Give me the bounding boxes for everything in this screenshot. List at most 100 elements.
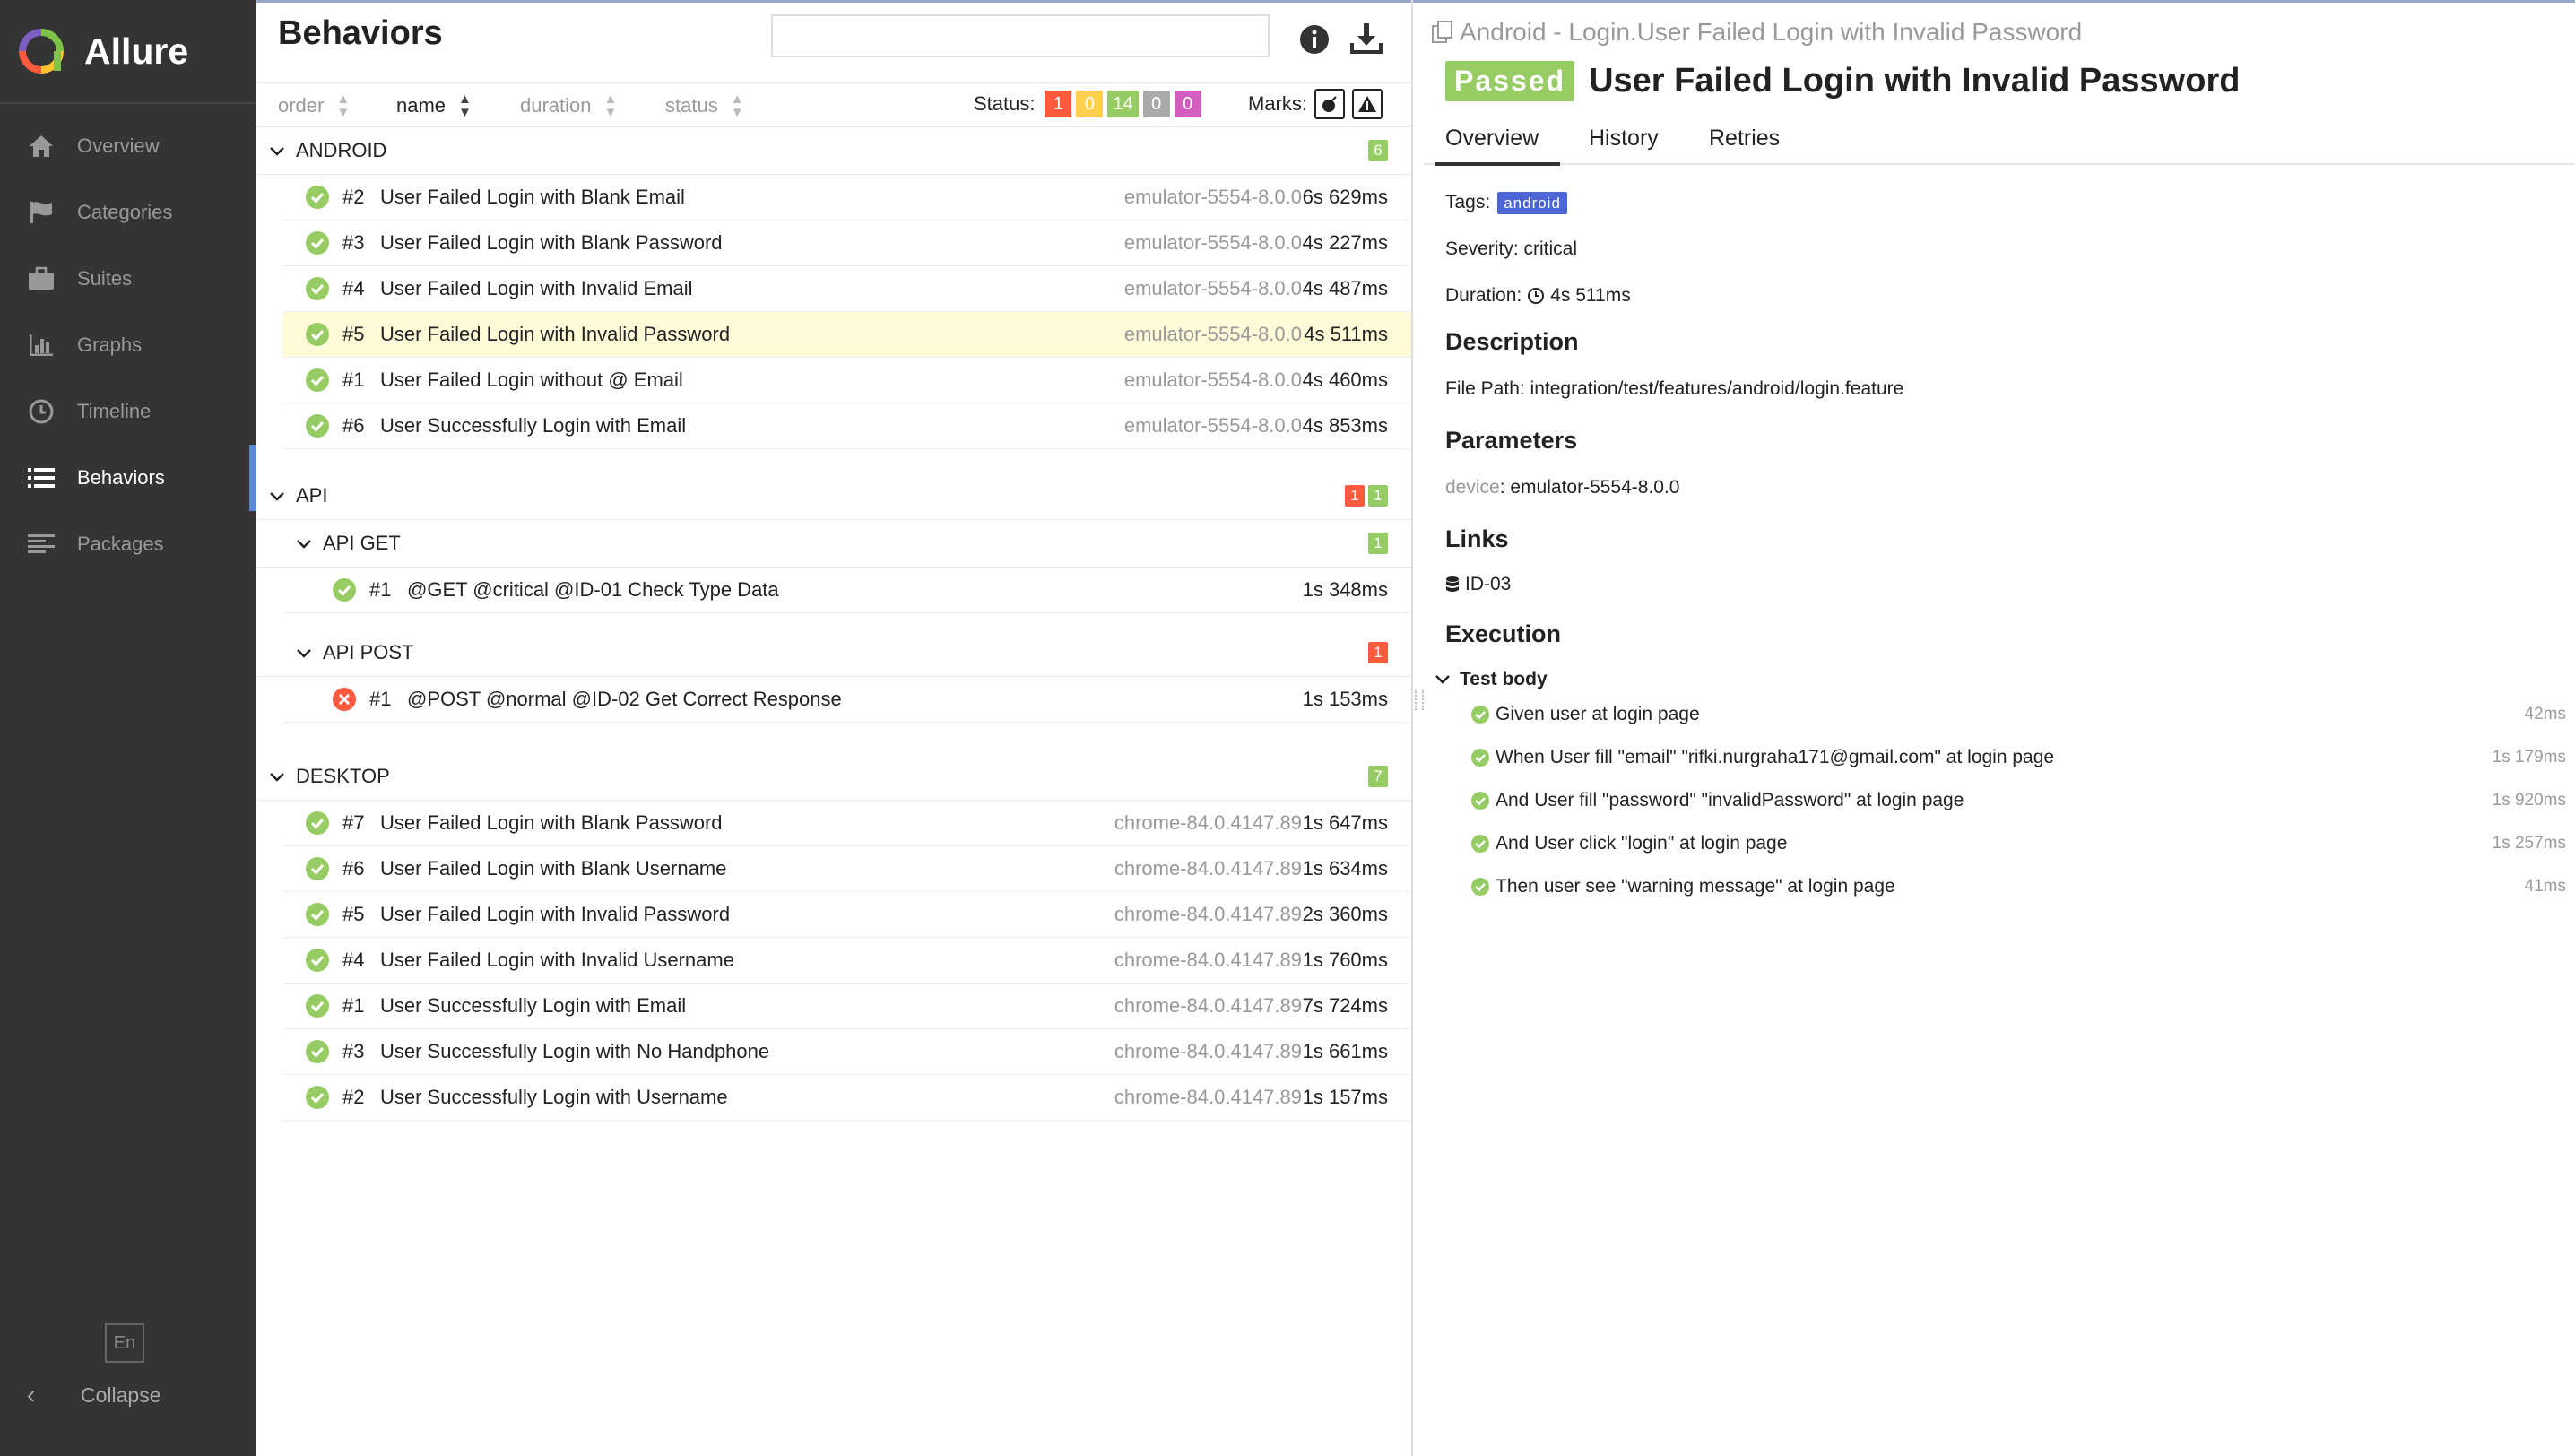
tab-overview[interactable]: Overview xyxy=(1434,126,1561,166)
step-text: When User fill "email" "rifki.nurgraha17… xyxy=(1496,747,2055,767)
sort-order[interactable]: order ▲ ▼ xyxy=(278,92,350,119)
group-api-get[interactable]: API GET 1 xyxy=(256,520,1411,568)
group-label: API xyxy=(296,484,328,507)
tag-badge[interactable]: android xyxy=(1497,192,1567,214)
group-api-post[interactable]: API POST 1 xyxy=(256,629,1411,677)
passed-status-icon xyxy=(306,949,329,972)
test-row[interactable]: #5 User Failed Login with Invalid Passwor… xyxy=(283,892,1411,938)
test-duration: 6s 629ms xyxy=(1302,186,1388,208)
test-row[interactable]: #6 User Failed Login with Blank Username c… xyxy=(283,846,1411,892)
language-button[interactable]: En xyxy=(105,1323,144,1363)
group-label: API GET xyxy=(323,532,401,554)
execution-step[interactable]: Given user at login page 42ms xyxy=(1445,701,2566,728)
test-row[interactable]: #1 @POST @normal @ID-02 Get Correct Resp… xyxy=(283,677,1411,723)
test-row[interactable]: #3 User Failed Login with Blank Password e… xyxy=(283,221,1411,266)
test-row[interactable]: #4 User Failed Login with Invalid Usernam… xyxy=(283,938,1411,984)
bomb-icon xyxy=(1322,96,1337,112)
sidebar-item-timeline[interactable]: Timeline xyxy=(0,378,256,445)
sidebar-item-suites[interactable]: Suites xyxy=(0,246,256,312)
brand-name: Allure xyxy=(84,30,189,72)
flaky-mark-toggle[interactable] xyxy=(1314,89,1345,119)
status-broken-toggle[interactable]: 0 xyxy=(1076,91,1104,117)
sort-name[interactable]: name ▲ ▼ xyxy=(396,92,472,119)
tab-retries[interactable]: Retries xyxy=(1709,126,1780,152)
sort-arrows-icon: ▲ ▼ xyxy=(458,91,472,120)
link-item[interactable]: ID-03 xyxy=(1445,574,1511,595)
group-label: DESKTOP xyxy=(296,765,390,787)
test-row[interactable]: #5 User Failed Login with Invalid Passwor… xyxy=(283,312,1411,358)
step-duration: 1s 257ms xyxy=(2492,834,2566,853)
group-label: ANDROID xyxy=(296,139,387,161)
failed-status-icon xyxy=(333,688,356,711)
test-duration: 1s 348ms xyxy=(1302,578,1388,601)
step-duration: 1s 920ms xyxy=(2492,791,2566,810)
collapse-button[interactable]: ‹ Collapse xyxy=(27,1381,161,1409)
info-icon[interactable] xyxy=(1298,23,1331,56)
param-key: device xyxy=(1445,477,1500,498)
step-duration: 41ms xyxy=(2524,877,2566,896)
test-row[interactable]: #2 User Successfully Login with Username c… xyxy=(283,1075,1411,1121)
test-parameter: chrome-84.0.4147.89 xyxy=(1114,1040,1302,1062)
collapse-label: Collapse xyxy=(81,1382,161,1407)
test-row[interactable]: #6 User Successfully Login with Email emul… xyxy=(283,403,1411,449)
test-name: User Failed Login without @ Email xyxy=(380,368,683,391)
sidebar-item-overview[interactable]: Overview xyxy=(0,113,256,179)
test-name: User Successfully Login with No Handphon… xyxy=(380,1040,770,1062)
sidebar-item-graphs[interactable]: Graphs xyxy=(0,312,256,378)
duration-value: 4s 511ms xyxy=(1550,285,1631,306)
tab-history[interactable]: History xyxy=(1589,126,1659,152)
test-duration: 4s 227ms xyxy=(1302,231,1388,254)
download-icon[interactable] xyxy=(1348,20,1384,56)
test-body-toggle[interactable]: Test body xyxy=(1435,669,1548,690)
status-filter: Status: 1 0 14 0 0 xyxy=(974,91,1201,117)
passed-status-icon xyxy=(306,1040,329,1063)
search-input[interactable] xyxy=(771,14,1270,57)
clock-icon xyxy=(1528,288,1545,304)
group-android[interactable]: ANDROID 6 xyxy=(256,127,1411,175)
failed-count-badge: 1 xyxy=(1345,485,1365,507)
status-failed-toggle[interactable]: 1 xyxy=(1045,91,1072,117)
execution-step[interactable]: Then user see "warning message" at login… xyxy=(1445,873,2566,900)
test-duration: 1s 760ms xyxy=(1302,949,1388,971)
step-duration: 1s 179ms xyxy=(2492,748,2566,767)
sort-status[interactable]: status ▲ ▼ xyxy=(665,92,744,119)
test-row[interactable]: #2 User Failed Login with Blank Email emul… xyxy=(283,175,1411,221)
new-failed-mark-toggle[interactable] xyxy=(1352,89,1383,119)
status-skipped-toggle[interactable]: 0 xyxy=(1142,91,1170,117)
sidebar-nav: Overview Categories Suites Graphs Timeli… xyxy=(0,113,256,577)
sort-label: order xyxy=(278,94,325,117)
group-desktop[interactable]: DESKTOP 7 xyxy=(256,753,1411,801)
status-unknown-toggle[interactable]: 0 xyxy=(1174,91,1201,117)
test-row[interactable]: #1 User Successfully Login with Email chro… xyxy=(283,984,1411,1029)
test-number: #5 xyxy=(342,323,365,345)
file-path: File Path: integration/test/features/and… xyxy=(1445,378,1904,399)
test-row[interactable]: #3 User Successfully Login with No Handph… xyxy=(283,1029,1411,1075)
status-passed-toggle[interactable]: 14 xyxy=(1107,91,1139,117)
execution-step[interactable]: When User fill "email" "rifki.nurgraha17… xyxy=(1445,744,2566,771)
sort-duration[interactable]: duration ▲ ▼ xyxy=(520,92,617,119)
execution-heading: Execution xyxy=(1445,620,1562,647)
pane-resize-handle[interactable] xyxy=(1415,689,1424,710)
sidebar-item-categories[interactable]: Categories xyxy=(0,179,256,246)
test-number: #1 xyxy=(369,578,392,601)
links-heading: Links xyxy=(1445,525,1509,552)
chevron-left-icon: ‹ xyxy=(27,1381,36,1408)
execution-step[interactable]: And User click "login" at login page 1s 2… xyxy=(1445,830,2566,857)
brand[interactable]: Allure xyxy=(0,0,256,104)
sidebar-item-label: Timeline xyxy=(77,400,152,422)
passed-status-icon xyxy=(306,903,329,926)
copy-icon[interactable] xyxy=(1431,20,1454,45)
test-parameter: chrome-84.0.4147.89 xyxy=(1114,903,1302,925)
execution-step[interactable]: And User fill "password" "invalidPasswor… xyxy=(1445,787,2566,814)
passed-status-icon xyxy=(1471,792,1489,810)
tags-label: Tags: xyxy=(1445,192,1491,212)
sidebar-item-behaviors[interactable]: Behaviors xyxy=(0,445,256,511)
test-row[interactable]: #7 User Failed Login with Blank Password c… xyxy=(283,801,1411,846)
test-row[interactable]: #4 User Failed Login with Invalid Email em… xyxy=(283,266,1411,312)
passed-status-icon xyxy=(333,578,356,602)
sidebar-item-packages[interactable]: Packages xyxy=(0,511,256,577)
group-api[interactable]: API 1 1 xyxy=(256,472,1411,520)
test-row[interactable]: #1 @GET @critical @ID-01 Check Type Data… xyxy=(283,568,1411,613)
test-row[interactable]: #1 User Failed Login without @ Email emula… xyxy=(283,358,1411,403)
chevron-down-icon xyxy=(296,532,314,555)
